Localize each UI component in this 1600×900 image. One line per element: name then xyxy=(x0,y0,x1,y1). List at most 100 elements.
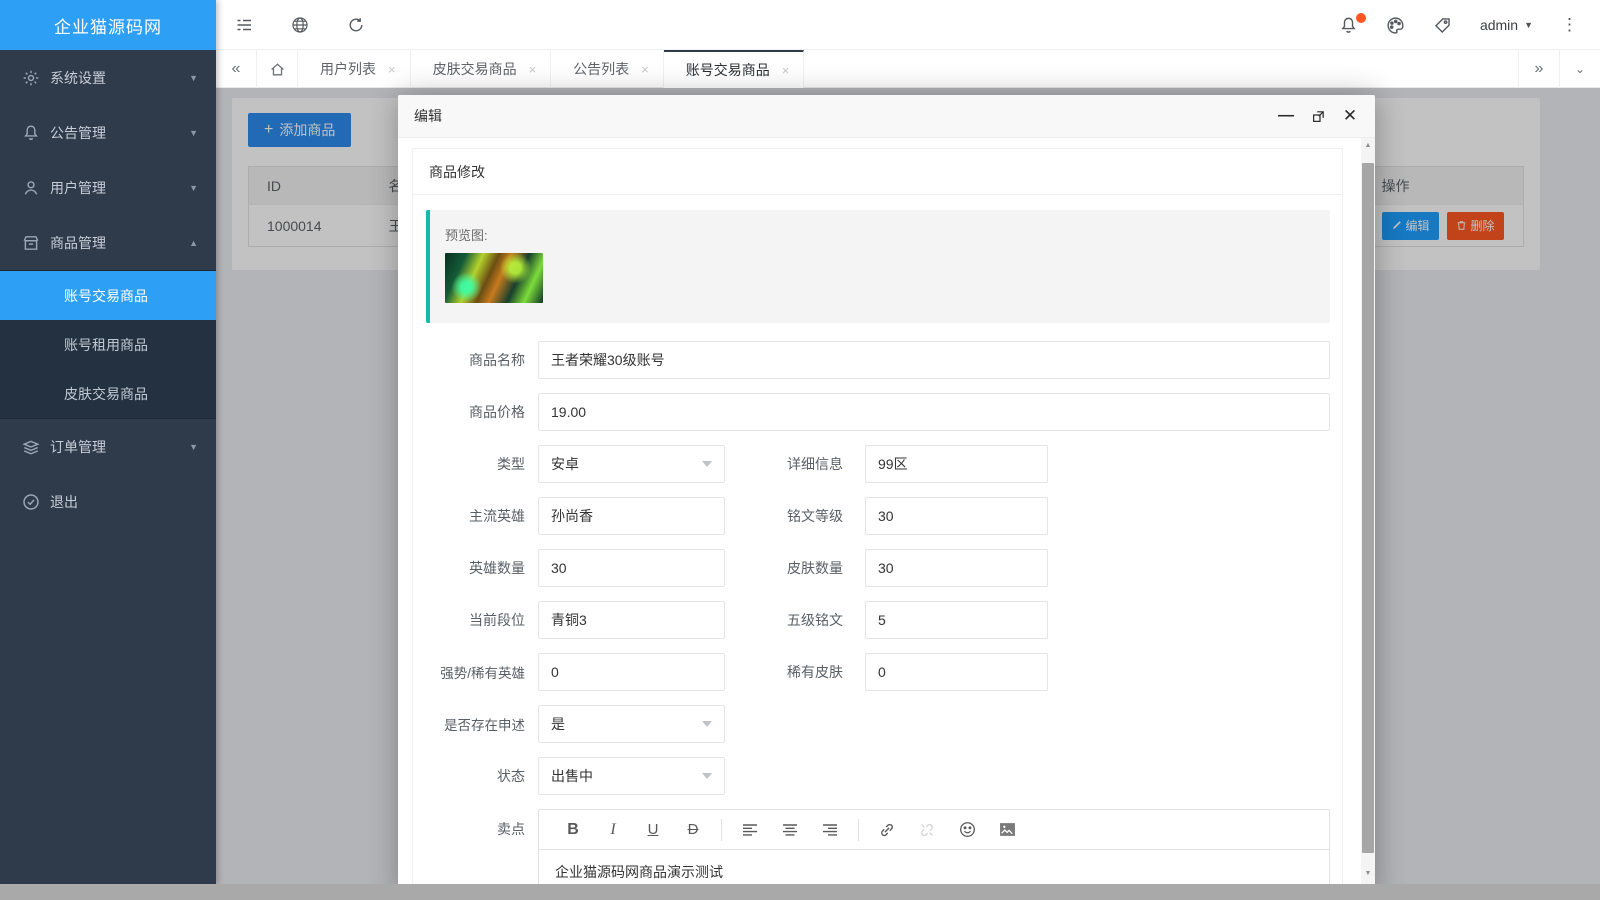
sidebar-item-account-rent[interactable]: 账号租用商品 xyxy=(0,320,216,369)
rare-hero-input[interactable] xyxy=(538,653,725,691)
tab-announcement-list[interactable]: 公告列表 × xyxy=(551,50,664,88)
collapse-menu-icon xyxy=(235,16,253,34)
modal-title: 编辑 xyxy=(414,106,442,126)
sidebar-item-orders[interactable]: 订单管理 ▼ xyxy=(0,419,216,474)
collapse-menu-button[interactable] xyxy=(216,0,272,50)
tab-account-trade[interactable]: 账号交易商品 × xyxy=(664,50,805,88)
product-name-input[interactable] xyxy=(538,341,1330,379)
sidebar-item-announcements[interactable]: 公告管理 ▼ xyxy=(0,105,216,160)
skin-count-input[interactable] xyxy=(865,549,1048,587)
tab-bar: « 用户列表× 皮肤交易商品× 公告列表 × 账号交易商品 × » ⌄ xyxy=(216,50,1600,88)
rare-skin-input[interactable] xyxy=(865,653,1048,691)
sidebar-item-account-trade[interactable]: 账号交易商品 xyxy=(0,271,216,320)
more-menu-button[interactable]: ⋮ xyxy=(1547,0,1592,50)
tab-label: 账号交易商品 xyxy=(686,60,770,80)
close-icon[interactable]: × xyxy=(782,63,790,78)
tabs-scroll-right-button[interactable]: » xyxy=(1518,50,1559,88)
emoji-icon[interactable] xyxy=(947,817,987,843)
field-label: 英雄数量 xyxy=(426,558,538,578)
scroll-up-arrow[interactable]: ▲ xyxy=(1361,138,1375,152)
sidebar-subitem-label: 账号交易商品 xyxy=(64,286,148,306)
field-label: 商品价格 xyxy=(426,402,538,422)
layers-icon xyxy=(22,438,40,456)
field-label: 商品名称 xyxy=(426,350,538,370)
detail-input[interactable] xyxy=(865,445,1048,483)
tabs-scroll-left-button[interactable]: « xyxy=(216,50,257,88)
globe-icon xyxy=(291,16,309,34)
scroll-down-arrow[interactable]: ▼ xyxy=(1361,866,1375,880)
unlink-icon[interactable] xyxy=(907,817,947,843)
shop-icon xyxy=(22,234,40,252)
sidebar-item-skin-trade[interactable]: 皮肤交易商品 xyxy=(0,369,216,418)
modal-header[interactable]: 编辑 — ✕ xyxy=(398,95,1375,138)
sidebar-item-logout[interactable]: 退出 xyxy=(0,474,216,529)
close-icon[interactable]: × xyxy=(641,62,649,77)
edit-form: 商品名称 商品价格 类型 安卓 详细信息 xyxy=(426,341,1330,900)
maximize-button[interactable] xyxy=(1309,107,1327,125)
logout-check-icon xyxy=(22,493,40,511)
chevron-down-icon: ▼ xyxy=(1524,20,1533,30)
sidebar-item-system-settings[interactable]: 系统设置 ▼ xyxy=(0,50,216,105)
sidebar-item-products[interactable]: 商品管理 ▲ xyxy=(0,215,216,270)
language-button[interactable] xyxy=(272,0,328,50)
product-price-input[interactable] xyxy=(538,393,1330,431)
kebab-icon: ⋮ xyxy=(1561,15,1578,35)
chevron-down-icon xyxy=(702,773,712,779)
sidebar-item-users[interactable]: 用户管理 ▼ xyxy=(0,160,216,215)
sidebar: 企业猫源码网 系统设置 ▼ 公告管理 ▼ 用户管理 ▼ 商品管理 ▲ 账号交易商… xyxy=(0,0,216,884)
rank-input[interactable] xyxy=(538,601,725,639)
theme-button[interactable] xyxy=(1372,0,1419,50)
align-left-icon[interactable] xyxy=(730,817,770,843)
align-center-icon[interactable] xyxy=(770,817,810,843)
italic-icon[interactable]: I xyxy=(593,817,633,843)
chevron-down-icon: ▼ xyxy=(189,128,198,138)
preview-label: 预览图: xyxy=(445,225,1315,244)
appeal-select[interactable]: 是 xyxy=(538,705,725,743)
admin-menu[interactable]: admin ▼ xyxy=(1466,0,1547,50)
tab-skin-trade[interactable]: 皮肤交易商品× xyxy=(411,50,552,88)
field-label: 卖点 xyxy=(426,809,538,850)
maximize-icon xyxy=(1311,109,1326,124)
tag-button[interactable] xyxy=(1419,0,1466,50)
tabs-menu-button[interactable]: ⌄ xyxy=(1559,50,1600,88)
sidebar-item-label: 系统设置 xyxy=(50,68,106,88)
rune5-input[interactable] xyxy=(865,601,1048,639)
editor-text: 企业猫源码网商品演示测试 xyxy=(555,864,723,880)
link-icon[interactable] xyxy=(867,817,907,843)
underline-icon[interactable]: U xyxy=(633,817,673,843)
preview-thumbnail[interactable] xyxy=(445,253,543,303)
chevron-down-icon: ▼ xyxy=(189,183,198,193)
strikethrough-icon[interactable]: D xyxy=(673,817,713,843)
select-value: 是 xyxy=(551,714,565,734)
field-label: 类型 xyxy=(426,454,538,474)
status-select[interactable]: 出售中 xyxy=(538,757,725,795)
home-icon xyxy=(269,61,286,78)
type-select[interactable]: 安卓 xyxy=(538,445,725,483)
field-label: 当前段位 xyxy=(426,610,538,630)
image-icon[interactable] xyxy=(987,817,1027,843)
close-icon[interactable]: × xyxy=(388,62,396,77)
home-tab[interactable] xyxy=(257,50,298,88)
main-hero-input[interactable] xyxy=(538,497,725,535)
minimize-button[interactable]: — xyxy=(1277,107,1295,125)
close-icon[interactable]: × xyxy=(529,62,537,77)
refresh-button[interactable] xyxy=(328,0,384,50)
toolbar-divider xyxy=(858,819,859,841)
bold-icon[interactable]: B xyxy=(553,817,593,843)
field-label: 详细信息 xyxy=(725,454,865,474)
close-button[interactable]: ✕ xyxy=(1341,107,1359,125)
rune-level-input[interactable] xyxy=(865,497,1048,535)
sidebar-subitem-label: 账号租用商品 xyxy=(64,335,148,355)
tab-label: 公告列表 xyxy=(573,59,629,79)
sidebar-item-label: 商品管理 xyxy=(50,233,106,253)
align-right-icon[interactable] xyxy=(810,817,850,843)
notifications-button[interactable] xyxy=(1325,0,1372,50)
field-label: 状态 xyxy=(426,766,538,786)
scrollbar-thumb[interactable] xyxy=(1362,163,1374,853)
select-value: 安卓 xyxy=(551,454,579,474)
hero-count-input[interactable] xyxy=(538,549,725,587)
modal-body: 商品修改 预览图: 商品名称 商品价格 类型 xyxy=(398,138,1361,900)
modal-scrollbar[interactable]: ▲ ▼ xyxy=(1361,138,1375,900)
tab-user-list[interactable]: 用户列表× xyxy=(298,50,411,88)
sidebar-item-label: 公告管理 xyxy=(50,123,106,143)
